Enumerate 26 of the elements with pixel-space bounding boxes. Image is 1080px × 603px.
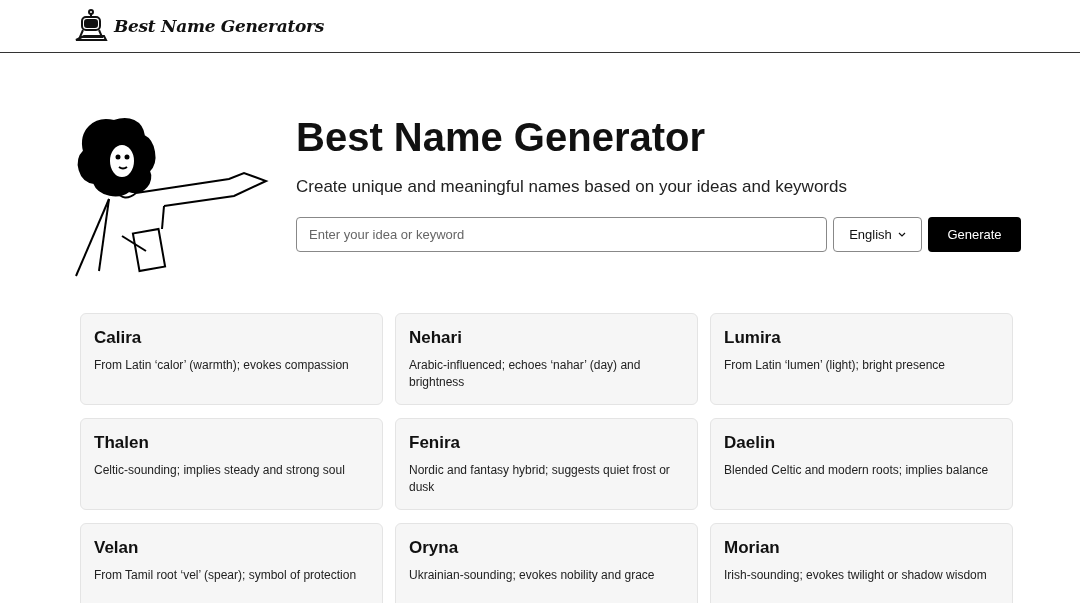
name-title: Daelin — [724, 433, 777, 453]
name-description: Arabic-influenced; echoes ‘nahar’ (day) and brightness — [409, 357, 642, 391]
name-title: Calira — [94, 328, 143, 348]
chevron-down-icon — [897, 232, 906, 237]
name-title: Nehari — [409, 328, 463, 348]
name-description: Ukrainian-sounding; evokes nobility and grace — [409, 567, 656, 584]
name-title: Thalen — [94, 433, 150, 453]
name-title: Fenira — [409, 433, 462, 453]
name-description: Nordic and fantasy hybrid; suggests quiet frost or dusk — [409, 462, 671, 496]
name-description: Celtic-sounding; implies steady and strong soul — [94, 462, 346, 479]
name-title: Oryna — [409, 538, 460, 558]
name-title: Velan — [94, 538, 140, 558]
name-description: Irish-sounding; evokes twilight or shadow wisdom — [724, 567, 988, 584]
page-subtitle: Create unique and meaningful names based on your ideas and keywords — [296, 177, 848, 197]
name-description: From Latin ‘calor’ (warmth); evokes compassion — [94, 357, 350, 374]
keyword-input-field[interactable]: Enter your idea or keyword — [296, 217, 827, 252]
name-description: Blended Celtic and modern roots; implies balance — [724, 462, 990, 479]
name-title: Morian — [724, 538, 781, 558]
page-title: Best Name Generator — [296, 114, 707, 161]
language-dropdown[interactable]: English — [833, 217, 922, 252]
name-title: Lumira — [724, 328, 782, 348]
robot-logo-icon — [74, 9, 108, 43]
name-description: From Tamil root ‘vel’ (spear); symbol of protection — [94, 567, 358, 584]
brand-name[interactable]: Best Name Generators — [114, 16, 324, 36]
generate-button[interactable]: Generate — [928, 217, 1021, 252]
name-description: From Latin ‘lumen’ (light); bright presence — [724, 357, 946, 374]
